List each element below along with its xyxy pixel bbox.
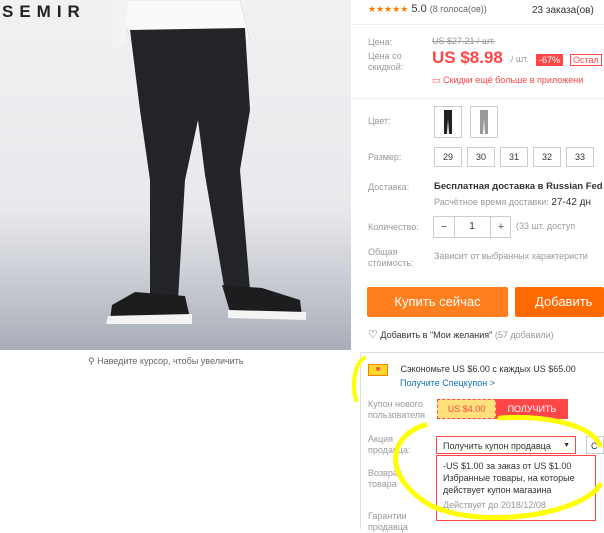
trousers-black-icon — [444, 110, 452, 134]
quantity-plus-button[interactable]: + — [490, 217, 511, 237]
shipping-eta: Расчётное время доставки: 27-42 дн — [434, 197, 591, 208]
rating-votes-link[interactable]: (8 голоса(ов)) — [430, 4, 487, 14]
wishlist-text: Добавить в "Мои желания" — [380, 330, 493, 340]
discount-label: Цена со скидкой: — [368, 51, 403, 73]
zoom-hint: ⚲ Наведите курсор, чтобы увеличить — [88, 356, 244, 367]
color-swatch-black[interactable] — [434, 106, 462, 138]
total-label: Общая стоимость: — [368, 247, 414, 269]
highlight-annotation — [352, 356, 603, 521]
color-label: Цвет: — [368, 116, 391, 126]
trousers-grey-icon — [480, 110, 488, 134]
size-label: Размер: — [368, 152, 402, 162]
price-unit: / шт. — [511, 54, 529, 64]
phone-icon: ▭ — [432, 75, 441, 85]
product-image-area[interactable]: SEMIR — [0, 0, 351, 350]
quantity-input[interactable]: 1 — [455, 217, 489, 237]
magnifier-icon: ⚲ — [88, 356, 95, 366]
heart-icon: ♡ — [368, 329, 378, 341]
size-option[interactable]: 31 — [500, 147, 528, 167]
shipping-label: Доставка: — [368, 182, 410, 192]
arm-left — [110, 0, 128, 50]
divider-price — [352, 98, 604, 99]
remaining-label: Остал — [570, 54, 602, 66]
divider-top — [352, 24, 604, 25]
buy-now-button[interactable]: Купить сейчас — [367, 287, 508, 317]
rating-stars: ★★★★★ — [368, 4, 409, 14]
size-option[interactable]: 30 — [467, 147, 495, 167]
rating-score: 5.0 — [411, 3, 427, 15]
quantity-stepper: − 1 + — [433, 216, 511, 238]
app-promo-text: Скидки ещё больше в приложени — [443, 75, 584, 85]
old-price: US $27.21 / шт. — [432, 36, 495, 46]
discount-label-line1: Цена со — [368, 51, 402, 61]
size-option[interactable]: 29 — [434, 147, 462, 167]
shipping-eta-days: 27-42 дн — [551, 197, 592, 208]
size-option[interactable]: 32 — [533, 147, 561, 167]
price-label: Цена: — [368, 37, 393, 47]
rating-row: ★★★★★ 5.0 (8 голоса(ов)) — [368, 3, 487, 15]
discount-badge: -67% — [536, 54, 564, 66]
new-price: US $8.98 — [432, 48, 503, 67]
total-value: Зависит от выбранных характеристи — [434, 251, 588, 261]
total-label-line1: Общая — [368, 247, 398, 257]
wishlist-link[interactable]: ♡ Добавить в "Мои желания" (57 добавили) — [368, 328, 554, 341]
app-promo[interactable]: ▭ Скидки ещё больше в приложени — [432, 75, 583, 86]
wishlist-count: (57 добавили) — [494, 330, 554, 340]
shipping-value[interactable]: Бесплатная доставка в Russian Fed — [434, 181, 603, 192]
zoom-hint-text: Наведите курсор, чтобы увеличить — [97, 356, 244, 366]
shipping-eta-label: Расчётное время доставки: — [434, 197, 549, 207]
orders-count: 23 заказа(ов) — [532, 5, 594, 16]
size-option[interactable]: 33 — [566, 147, 594, 167]
color-swatch-grey[interactable] — [470, 106, 498, 138]
brand-logo: SEMIR — [2, 2, 86, 21]
quantity-label: Количество: — [368, 222, 419, 232]
quantity-minus-button[interactable]: − — [434, 217, 455, 237]
discount-label-line2: скидкой: — [368, 62, 404, 72]
divider-promo — [360, 352, 604, 353]
total-label-line2: стоимость: — [368, 258, 414, 268]
quantity-available: (33 шт. доступ — [516, 221, 576, 231]
product-photo — [106, 0, 306, 324]
trousers-shape — [130, 28, 250, 300]
add-to-cart-button[interactable]: Добавить — [515, 287, 604, 317]
